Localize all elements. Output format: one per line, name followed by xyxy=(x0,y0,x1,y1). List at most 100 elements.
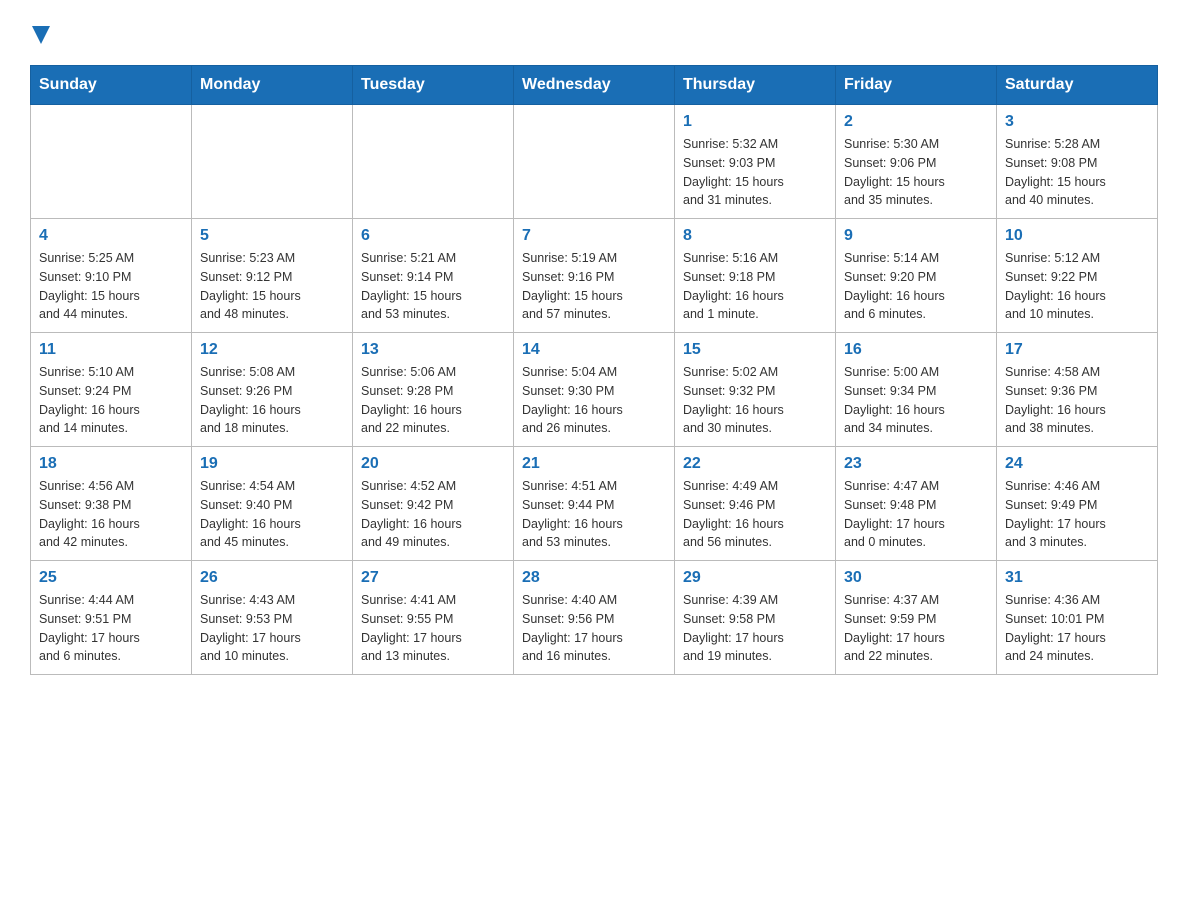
day-number: 5 xyxy=(200,227,344,245)
day-info: Sunrise: 4:58 AMSunset: 9:36 PMDaylight:… xyxy=(1005,363,1149,438)
calendar-cell: 17 Sunrise: 4:58 AMSunset: 9:36 PMDayligh… xyxy=(997,333,1158,447)
calendar-cell: 16 Sunrise: 5:00 AMSunset: 9:34 PMDayligh… xyxy=(836,333,997,447)
calendar-cell: 5 Sunrise: 5:23 AMSunset: 9:12 PMDaylight… xyxy=(192,219,353,333)
day-info: Sunrise: 4:37 AMSunset: 9:59 PMDaylight:… xyxy=(844,591,988,666)
day-number: 27 xyxy=(361,569,505,587)
calendar-cell: 29 Sunrise: 4:39 AMSunset: 9:58 PMDayligh… xyxy=(675,561,836,675)
calendar-cell: 14 Sunrise: 5:04 AMSunset: 9:30 PMDayligh… xyxy=(514,333,675,447)
day-info: Sunrise: 4:51 AMSunset: 9:44 PMDaylight:… xyxy=(522,477,666,552)
calendar-cell: 24 Sunrise: 4:46 AMSunset: 9:49 PMDayligh… xyxy=(997,447,1158,561)
day-info: Sunrise: 5:00 AMSunset: 9:34 PMDaylight:… xyxy=(844,363,988,438)
day-number: 16 xyxy=(844,341,988,359)
day-number: 9 xyxy=(844,227,988,245)
calendar-cell xyxy=(514,105,675,219)
day-number: 29 xyxy=(683,569,827,587)
logo xyxy=(30,20,50,45)
day-info: Sunrise: 5:12 AMSunset: 9:22 PMDaylight:… xyxy=(1005,249,1149,324)
day-number: 19 xyxy=(200,455,344,473)
day-info: Sunrise: 4:39 AMSunset: 9:58 PMDaylight:… xyxy=(683,591,827,666)
day-number: 25 xyxy=(39,569,183,587)
calendar-cell: 10 Sunrise: 5:12 AMSunset: 9:22 PMDayligh… xyxy=(997,219,1158,333)
day-number: 14 xyxy=(522,341,666,359)
weekday-header-wednesday: Wednesday xyxy=(514,66,675,105)
weekday-header-thursday: Thursday xyxy=(675,66,836,105)
calendar-table: SundayMondayTuesdayWednesdayThursdayFrid… xyxy=(30,65,1158,675)
calendar-week-row: 4 Sunrise: 5:25 AMSunset: 9:10 PMDaylight… xyxy=(31,219,1158,333)
calendar-week-row: 1 Sunrise: 5:32 AMSunset: 9:03 PMDaylight… xyxy=(31,105,1158,219)
calendar-cell: 19 Sunrise: 4:54 AMSunset: 9:40 PMDayligh… xyxy=(192,447,353,561)
day-info: Sunrise: 5:21 AMSunset: 9:14 PMDaylight:… xyxy=(361,249,505,324)
calendar-cell: 21 Sunrise: 4:51 AMSunset: 9:44 PMDayligh… xyxy=(514,447,675,561)
calendar-week-row: 18 Sunrise: 4:56 AMSunset: 9:38 PMDayligh… xyxy=(31,447,1158,561)
calendar-week-row: 11Sunrise: 5:10 AMSunset: 9:24 PMDayligh… xyxy=(31,333,1158,447)
day-info: Sunrise: 5:04 AMSunset: 9:30 PMDaylight:… xyxy=(522,363,666,438)
day-info: Sunrise: 5:02 AMSunset: 9:32 PMDaylight:… xyxy=(683,363,827,438)
day-number: 30 xyxy=(844,569,988,587)
day-info: Sunrise: 4:36 AMSunset: 10:01 PMDaylight… xyxy=(1005,591,1149,666)
day-info: Sunrise: 5:10 AMSunset: 9:24 PMDaylight:… xyxy=(39,363,183,438)
calendar-cell: 28Sunrise: 4:40 AMSunset: 9:56 PMDayligh… xyxy=(514,561,675,675)
calendar-cell: 22Sunrise: 4:49 AMSunset: 9:46 PMDayligh… xyxy=(675,447,836,561)
calendar-cell: 11Sunrise: 5:10 AMSunset: 9:24 PMDayligh… xyxy=(31,333,192,447)
calendar-cell: 18 Sunrise: 4:56 AMSunset: 9:38 PMDayligh… xyxy=(31,447,192,561)
day-number: 2 xyxy=(844,113,988,131)
calendar-cell: 23Sunrise: 4:47 AMSunset: 9:48 PMDayligh… xyxy=(836,447,997,561)
calendar-cell: 27 Sunrise: 4:41 AMSunset: 9:55 PMDayligh… xyxy=(353,561,514,675)
calendar-cell xyxy=(31,105,192,219)
day-number: 4 xyxy=(39,227,183,245)
day-info: Sunrise: 4:41 AMSunset: 9:55 PMDaylight:… xyxy=(361,591,505,666)
day-number: 1 xyxy=(683,113,827,131)
calendar-header-row: SundayMondayTuesdayWednesdayThursdayFrid… xyxy=(31,66,1158,105)
day-info: Sunrise: 4:43 AMSunset: 9:53 PMDaylight:… xyxy=(200,591,344,666)
calendar-cell: 3 Sunrise: 5:28 AMSunset: 9:08 PMDaylight… xyxy=(997,105,1158,219)
day-info: Sunrise: 4:52 AMSunset: 9:42 PMDaylight:… xyxy=(361,477,505,552)
day-info: Sunrise: 4:40 AMSunset: 9:56 PMDaylight:… xyxy=(522,591,666,666)
weekday-header-saturday: Saturday xyxy=(997,66,1158,105)
day-number: 10 xyxy=(1005,227,1149,245)
day-info: Sunrise: 5:16 AMSunset: 9:18 PMDaylight:… xyxy=(683,249,827,324)
day-number: 13 xyxy=(361,341,505,359)
day-number: 17 xyxy=(1005,341,1149,359)
calendar-cell: 6 Sunrise: 5:21 AMSunset: 9:14 PMDaylight… xyxy=(353,219,514,333)
day-info: Sunrise: 5:06 AMSunset: 9:28 PMDaylight:… xyxy=(361,363,505,438)
day-info: Sunrise: 4:56 AMSunset: 9:38 PMDaylight:… xyxy=(39,477,183,552)
calendar-cell: 12 Sunrise: 5:08 AMSunset: 9:26 PMDayligh… xyxy=(192,333,353,447)
day-number: 8 xyxy=(683,227,827,245)
day-info: Sunrise: 4:54 AMSunset: 9:40 PMDaylight:… xyxy=(200,477,344,552)
day-number: 23 xyxy=(844,455,988,473)
calendar-cell: 25 Sunrise: 4:44 AMSunset: 9:51 PMDayligh… xyxy=(31,561,192,675)
calendar-cell: 30 Sunrise: 4:37 AMSunset: 9:59 PMDayligh… xyxy=(836,561,997,675)
page-header xyxy=(30,20,1158,45)
day-number: 21 xyxy=(522,455,666,473)
weekday-header-friday: Friday xyxy=(836,66,997,105)
calendar-cell xyxy=(192,105,353,219)
day-info: Sunrise: 5:23 AMSunset: 9:12 PMDaylight:… xyxy=(200,249,344,324)
day-number: 18 xyxy=(39,455,183,473)
day-number: 15 xyxy=(683,341,827,359)
calendar-cell: 20Sunrise: 4:52 AMSunset: 9:42 PMDayligh… xyxy=(353,447,514,561)
day-number: 12 xyxy=(200,341,344,359)
logo-arrow-icon xyxy=(32,26,50,44)
day-number: 6 xyxy=(361,227,505,245)
weekday-header-sunday: Sunday xyxy=(31,66,192,105)
day-info: Sunrise: 5:25 AMSunset: 9:10 PMDaylight:… xyxy=(39,249,183,324)
calendar-cell: 4 Sunrise: 5:25 AMSunset: 9:10 PMDaylight… xyxy=(31,219,192,333)
calendar-cell: 8 Sunrise: 5:16 AMSunset: 9:18 PMDaylight… xyxy=(675,219,836,333)
calendar-cell xyxy=(353,105,514,219)
day-info: Sunrise: 5:32 AMSunset: 9:03 PMDaylight:… xyxy=(683,135,827,210)
day-info: Sunrise: 5:08 AMSunset: 9:26 PMDaylight:… xyxy=(200,363,344,438)
calendar-cell: 26 Sunrise: 4:43 AMSunset: 9:53 PMDayligh… xyxy=(192,561,353,675)
day-number: 3 xyxy=(1005,113,1149,131)
calendar-cell: 31 Sunrise: 4:36 AMSunset: 10:01 PMDaylig… xyxy=(997,561,1158,675)
day-info: Sunrise: 5:14 AMSunset: 9:20 PMDaylight:… xyxy=(844,249,988,324)
day-info: Sunrise: 5:28 AMSunset: 9:08 PMDaylight:… xyxy=(1005,135,1149,210)
calendar-cell: 9 Sunrise: 5:14 AMSunset: 9:20 PMDaylight… xyxy=(836,219,997,333)
day-number: 24 xyxy=(1005,455,1149,473)
weekday-header-monday: Monday xyxy=(192,66,353,105)
day-number: 31 xyxy=(1005,569,1149,587)
day-info: Sunrise: 4:44 AMSunset: 9:51 PMDaylight:… xyxy=(39,591,183,666)
day-number: 26 xyxy=(200,569,344,587)
calendar-cell: 7Sunrise: 5:19 AMSunset: 9:16 PMDaylight… xyxy=(514,219,675,333)
calendar-week-row: 25 Sunrise: 4:44 AMSunset: 9:51 PMDayligh… xyxy=(31,561,1158,675)
day-info: Sunrise: 4:46 AMSunset: 9:49 PMDaylight:… xyxy=(1005,477,1149,552)
